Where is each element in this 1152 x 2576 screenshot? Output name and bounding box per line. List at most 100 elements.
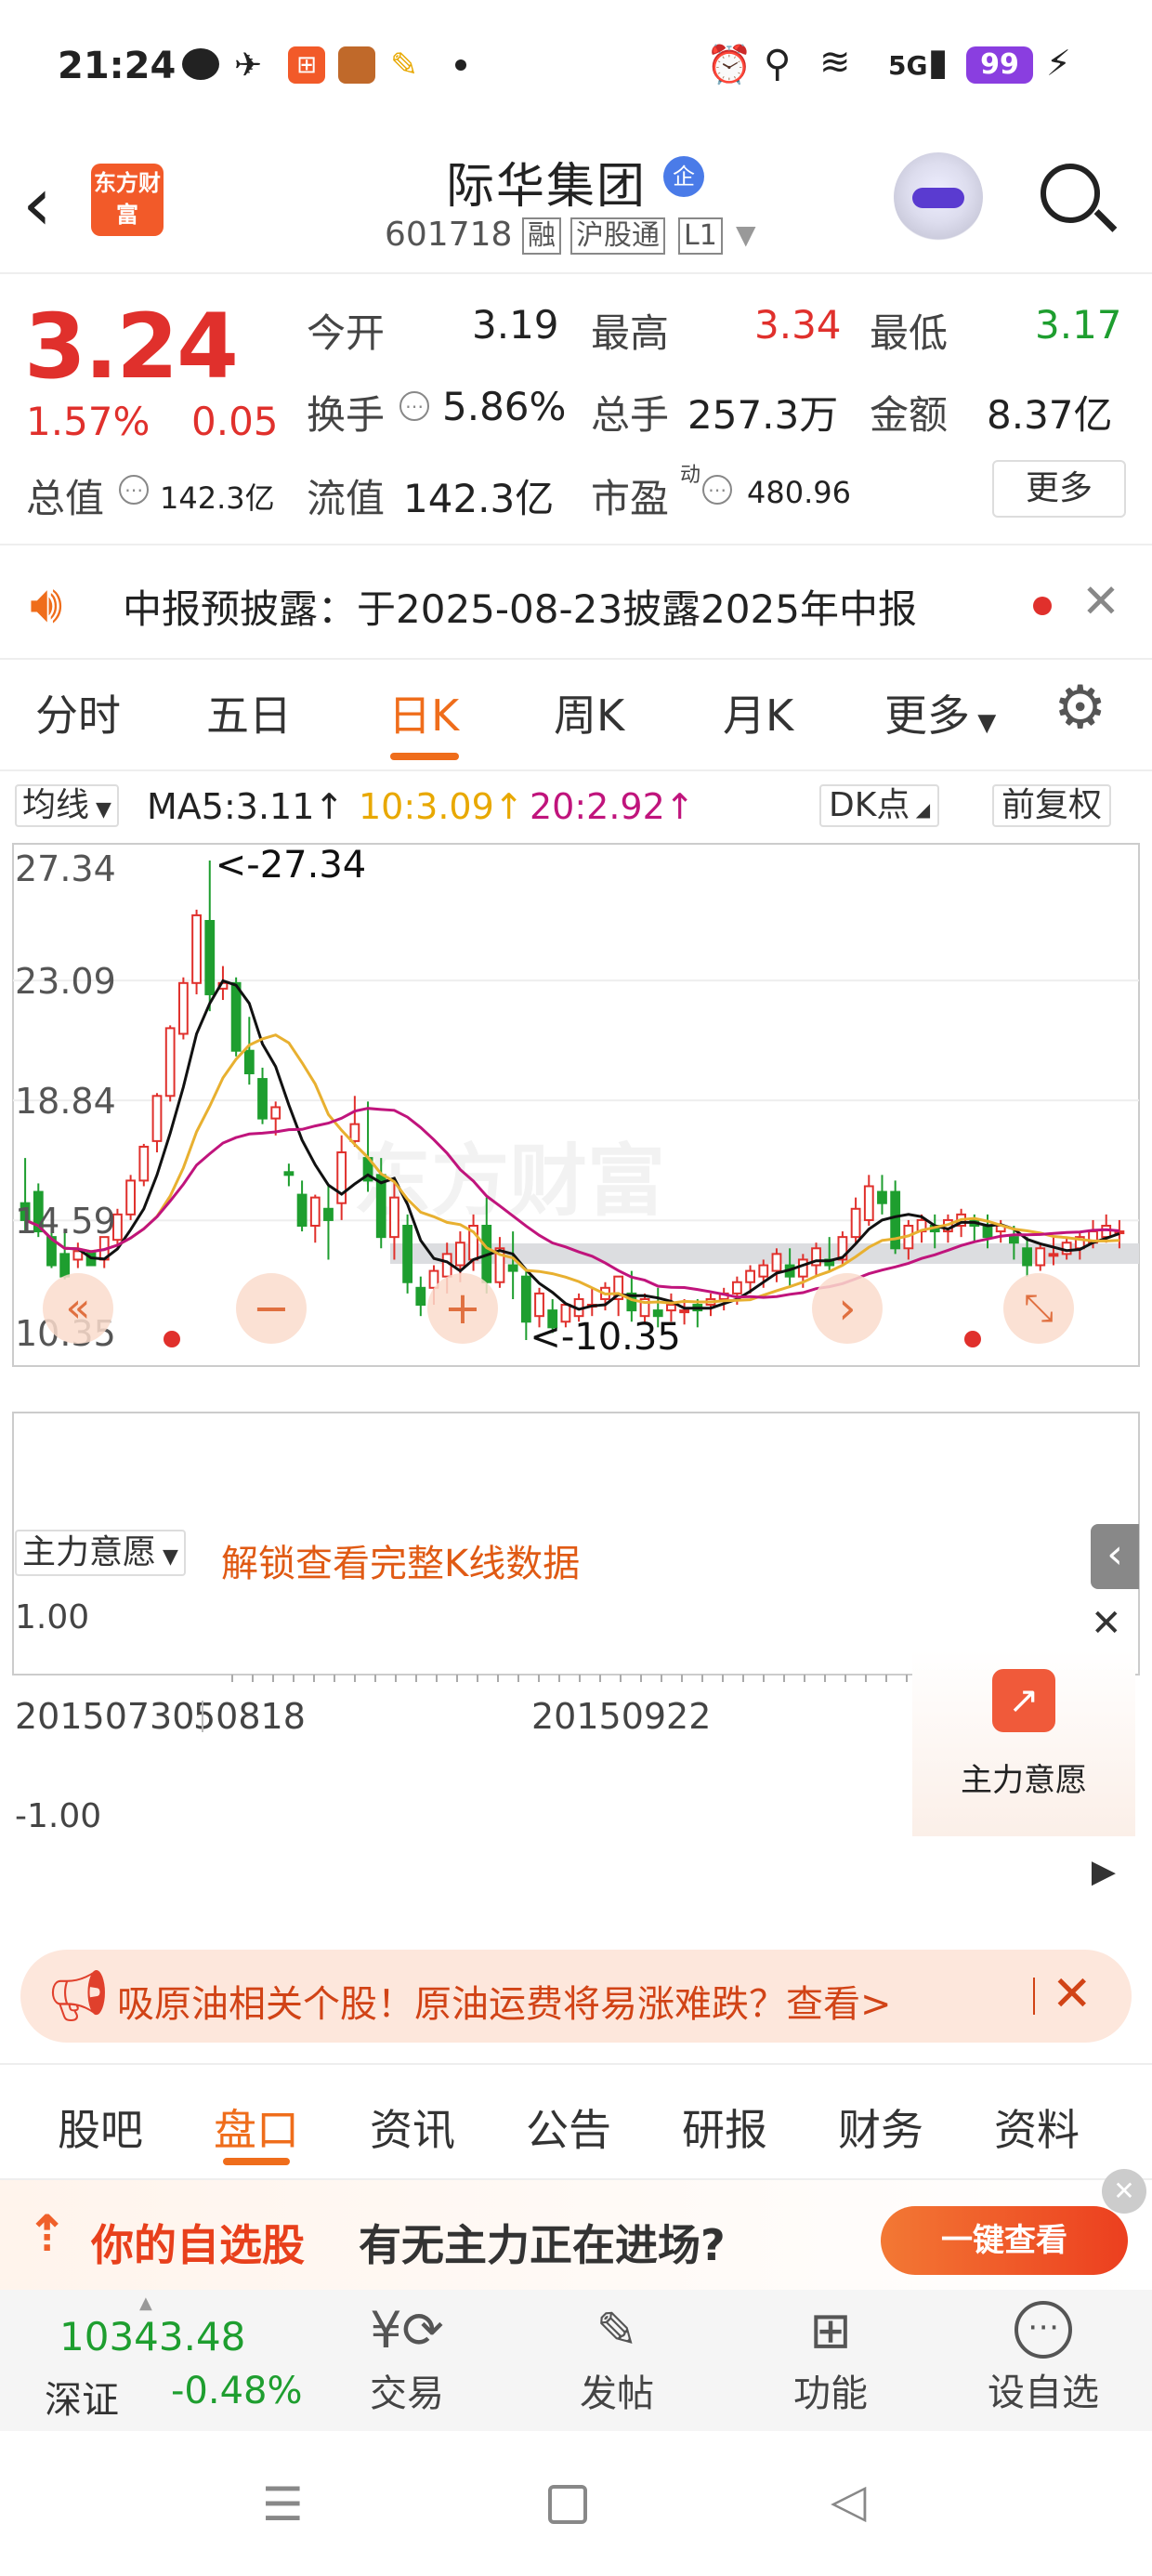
candle-body (230, 981, 242, 1052)
indicator-promo[interactable]: ↗ 主力意愿 (912, 1650, 1135, 1836)
candle-body (666, 1304, 676, 1312)
scroll-left-button[interactable]: « (43, 1273, 113, 1344)
fullscreen-button[interactable]: ⤡ (1003, 1273, 1074, 1344)
trade-button[interactable]: ¥⟳ 交易 (351, 2301, 463, 2417)
status-bar: 21:24 ✈ ⊞ ✎ ⏰ ⚲ ≋ 5G▮ 99 ⚡ (0, 0, 1152, 130)
candle-body (349, 1123, 360, 1142)
tab-forum[interactable]: 股吧 (58, 2096, 143, 2158)
scroll-right-button[interactable]: › (812, 1273, 883, 1344)
tab-intraday[interactable]: 分时 (35, 682, 121, 743)
ad-text-highlight: 你的自选股 (91, 2220, 305, 2270)
event-dot[interactable] (964, 1331, 981, 1347)
functions-button[interactable]: ⊞ 功能 (775, 2301, 886, 2417)
index-quote[interactable]: ▲ 10343.48 深证 -0.48% (0, 2290, 307, 2431)
eastmoney-logo[interactable]: 东方财富 (91, 164, 164, 236)
close-icon[interactable]: ✕ (1052, 1966, 1093, 2022)
back-icon[interactable]: ◁ (831, 2474, 866, 2528)
yen-icon: ¥⟳ (370, 2301, 444, 2359)
tab-research[interactable]: 研报 (682, 2096, 767, 2158)
indicator-top-value: 1.00 (15, 1598, 90, 1636)
candle-body (309, 1196, 321, 1227)
home-icon[interactable] (548, 2485, 587, 2524)
index-name: 深证 (45, 2379, 119, 2422)
info-icon[interactable]: ⋯ (702, 475, 732, 505)
turnover-value: 5.86% (442, 384, 567, 429)
close-icon[interactable]: ✕ (1081, 574, 1120, 628)
candle-body (534, 1292, 544, 1318)
candle-body (1061, 1242, 1072, 1255)
y-tick-label: 27.34 (15, 848, 116, 889)
tab-more[interactable]: 更多 ▼ (884, 682, 996, 743)
x-scroll-right-button[interactable]: ▶ (1078, 1846, 1130, 1898)
candle-body (1022, 1247, 1032, 1267)
ad-cta-button[interactable]: 一键查看 (881, 2206, 1128, 2275)
pencil-icon: ✎ (390, 46, 419, 85)
tab-news[interactable]: 资讯 (370, 2096, 455, 2158)
candle-body (389, 1196, 399, 1239)
feather-icon: ✈ (234, 46, 263, 85)
enterprise-badge: 企 (663, 156, 704, 197)
zoom-out-button[interactable]: − (236, 1273, 307, 1344)
min-price-label: <-10.35 (530, 1316, 680, 1359)
low-value: 3.17 (1035, 302, 1122, 348)
dropdown-icon[interactable]: ▼ (736, 219, 756, 250)
y-tick-label: 14.59 (15, 1201, 116, 1242)
edit-icon: ✎ (596, 2301, 638, 2359)
back-button[interactable]: ‹ (22, 167, 52, 242)
notice-bar[interactable]: 🔊︎ 中报预披露：于2025-08-23披露2025年中报 ✕ (0, 548, 1152, 660)
candle-body (204, 919, 216, 995)
tab-monthly-k[interactable]: 月K (723, 682, 793, 743)
tab-finance[interactable]: 财务 (838, 2096, 923, 2158)
post-button[interactable]: ✎ 发帖 (561, 2301, 673, 2417)
indicator-bottom-value: -1.00 (15, 1797, 102, 1835)
info-icon[interactable]: ⋯ (119, 475, 149, 505)
robot-avatar[interactable] (894, 152, 983, 242)
add-watchlist-button[interactable]: ⋯ 设自选 (974, 2301, 1113, 2416)
close-icon[interactable]: ✕ (1102, 2169, 1146, 2214)
index-change: -0.48% (171, 2370, 303, 2412)
tab-daily-k[interactable]: 日K (388, 682, 459, 743)
more-circle-icon: ⋯ (1015, 2301, 1072, 2359)
change-percent: 1.57% (26, 399, 151, 444)
x-tick-label: 20150730 (15, 1696, 194, 1737)
y-tick-label: 23.09 (15, 961, 116, 1002)
candle-body (1008, 1236, 1019, 1244)
info-icon[interactable]: ⋯ (399, 391, 429, 421)
promo-banner[interactable]: 📢︎ 吸原油相关个股！原油运费将易涨难跌？查看> ✕ (20, 1950, 1132, 2043)
pe-label: 市盈 (591, 476, 670, 521)
trade-label: 交易 (370, 2372, 444, 2415)
tab-profile[interactable]: 资料 (994, 2096, 1080, 2158)
high-label: 最高 (591, 310, 670, 356)
open-label: 今开 (307, 310, 386, 356)
collapse-button[interactable]: ‹ (1091, 1524, 1139, 1589)
menu-icon[interactable]: ☰ (262, 2477, 304, 2531)
candle-body (138, 1145, 150, 1182)
tab-weekly-k[interactable]: 周K (554, 682, 624, 743)
candle-body (758, 1264, 769, 1278)
float-value: 142.3亿 (403, 476, 555, 521)
close-icon[interactable]: ✕ (1091, 1602, 1122, 1645)
index-value: 10343.48 (59, 2314, 246, 2359)
amount-label: 金额 (870, 392, 949, 438)
unlock-link[interactable]: 解锁查看完整K线数据 (221, 1533, 580, 1587)
settings-gear-icon[interactable]: ⚙ (1054, 678, 1106, 738)
ad-banner[interactable]: ⇡ 你的自选股 有无主力正在进场? 一键查看 ✕ (0, 2169, 1152, 2290)
candle-body (679, 1309, 690, 1314)
event-dot[interactable] (164, 1331, 180, 1347)
tab-order-book[interactable]: 盘口 (214, 2096, 299, 2158)
functions-label: 功能 (793, 2372, 868, 2415)
zoom-in-button[interactable]: + (427, 1273, 498, 1344)
more-button[interactable]: 更多 (992, 460, 1126, 518)
tab-announcements[interactable]: 公告 (526, 2096, 611, 2158)
status-time: 21:24 (58, 45, 177, 87)
search-icon[interactable] (1041, 164, 1100, 223)
tab-five-day[interactable]: 五日 (206, 682, 292, 743)
pe-value: 480.96 (747, 475, 851, 510)
x-tick-label: 20150922 (531, 1696, 711, 1737)
active-tab-indicator (390, 753, 459, 760)
up-arrow-icon: ⇡ (26, 2204, 69, 2263)
candle-body (59, 1253, 71, 1278)
candle-body (1048, 1253, 1059, 1257)
indicator-select[interactable]: 主力意愿 ▼ (15, 1530, 186, 1576)
candle-body (151, 1095, 163, 1142)
